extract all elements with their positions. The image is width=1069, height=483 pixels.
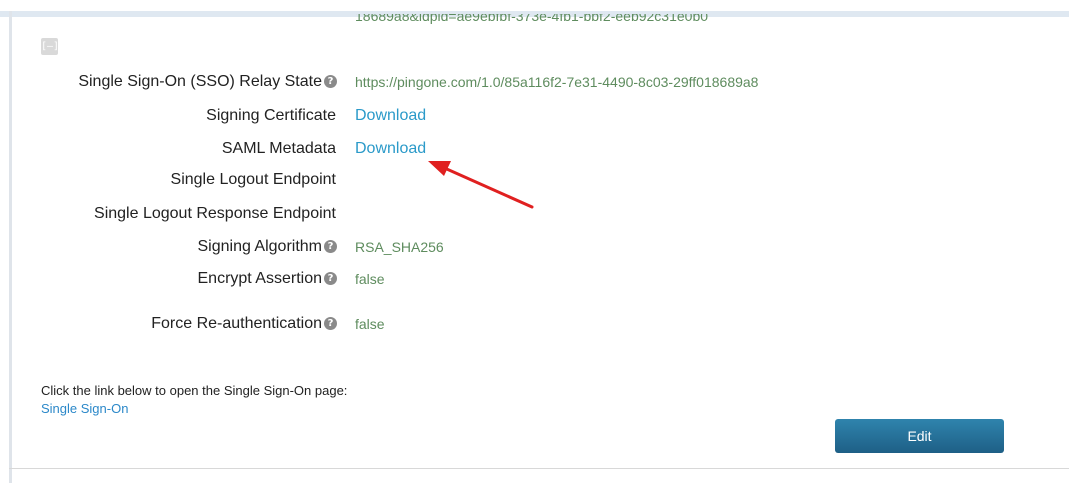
sso-instruction-text: Click the link below to open the Single … <box>41 383 348 398</box>
signing-certificate-label: Signing Certificate <box>206 107 336 124</box>
signing-algorithm-row: Signing Algorithm ? RSA_SHA256 <box>0 236 1069 258</box>
help-icon[interactable]: ? <box>324 75 337 88</box>
signing-algorithm-value: RSA_SHA256 <box>355 239 444 255</box>
signing-certificate-row: Signing Certificate Download <box>0 105 1069 127</box>
help-icon[interactable]: ? <box>324 240 337 253</box>
relay-state-value: https://pingone.com/1.0/85a116f2-7e31-44… <box>355 74 759 90</box>
force-reauth-value: false <box>355 316 385 332</box>
saml-metadata-row: SAML Metadata Download <box>0 138 1069 160</box>
saml-metadata-download-link[interactable]: Download <box>355 138 426 160</box>
signing-certificate-download-link[interactable]: Download <box>355 105 426 127</box>
encrypt-assertion-value: false <box>355 271 385 287</box>
help-icon[interactable]: ? <box>324 317 337 330</box>
single-sign-on-link[interactable]: Single Sign-On <box>41 401 128 417</box>
relay-state-row: Single Sign-On (SSO) Relay State ? https… <box>0 71 1069 93</box>
relay-state-label: Single Sign-On (SSO) Relay State <box>78 73 322 90</box>
force-reauth-label: Force Re-authentication <box>151 315 322 332</box>
logout-endpoint-row: Single Logout Endpoint <box>0 169 1069 191</box>
logout-response-endpoint-row: Single Logout Response Endpoint <box>0 203 1069 225</box>
help-icon[interactable]: ? <box>324 272 337 285</box>
signing-algorithm-label: Signing Algorithm <box>197 238 322 255</box>
logout-endpoint-label: Single Logout Endpoint <box>170 171 336 188</box>
clipped-url-text: 18689a8&idpid=ae9ebfbf-373e-4fb1-bbf2-ee… <box>355 14 709 24</box>
logout-response-endpoint-label: Single Logout Response Endpoint <box>94 205 336 222</box>
saml-metadata-label: SAML Metadata <box>221 140 336 157</box>
encrypt-assertion-label: Encrypt Assertion <box>197 270 323 287</box>
collapse-icon[interactable]: [–] <box>41 38 59 55</box>
force-reauth-row: Force Re-authentication ? false <box>0 313 1069 335</box>
panel-bottom-border <box>9 468 1069 469</box>
encrypt-assertion-row: Encrypt Assertion ? false <box>0 268 1069 290</box>
app-config-panel: 18689a8&idpid=ae9ebfbf-373e-4fb1-bbf2-ee… <box>0 0 1069 483</box>
edit-button[interactable]: Edit <box>835 419 1004 453</box>
